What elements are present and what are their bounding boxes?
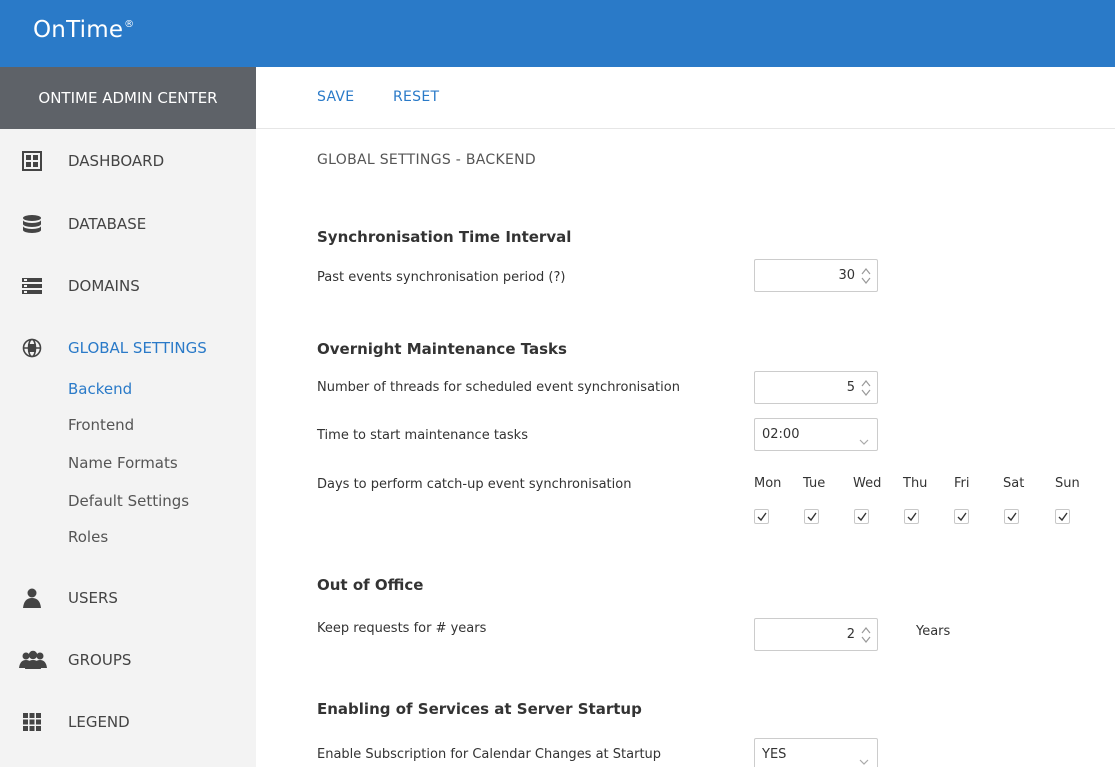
sidebar-item-label: DOMAINS [68,277,140,295]
registered-mark: ® [124,19,135,30]
day-checkbox-tue[interactable] [804,509,819,524]
main-content: SAVE RESET GLOBAL SETTINGS - BACKEND Syn… [256,67,1115,767]
sidebar-subitem-roles[interactable]: Roles [68,526,108,548]
sidebar-item-label: GROUPS [68,651,132,669]
sidebar-item-legend[interactable]: LEGEND [0,704,256,740]
sidebar-item-users[interactable]: USERS [0,580,256,616]
start-time-select[interactable]: 02:00 [754,418,878,451]
start-time-label: Time to start maintenance tasks [317,428,528,443]
threads-label: Number of threads for scheduled event sy… [317,380,680,395]
page-title: GLOBAL SETTINGS - BACKEND [317,152,536,168]
day-checkbox-mon[interactable] [754,509,769,524]
sidebar-item-label: GLOBAL SETTINGS [68,339,207,357]
chevron-down-icon [859,751,869,765]
day-checkbox-sat[interactable] [1004,509,1019,524]
top-bar: OnTime® [0,0,1115,67]
toolbar: SAVE RESET [256,67,1115,129]
sidebar-item-label: LEGEND [68,713,130,731]
checkmark-icon [857,512,867,522]
globe-icon [22,338,42,358]
keep-requests-value: 2 [846,627,855,642]
sidebar-item-label: DASHBOARD [68,152,165,170]
sidebar-subitem-default-settings[interactable]: Default Settings [68,490,189,512]
sidebar-item-groups[interactable]: GROUPS [0,642,256,678]
domains-icon [22,276,42,296]
section-title-services: Enabling of Services at Server Startup [317,700,642,718]
keep-requests-label: Keep requests for # years [317,621,487,636]
past-events-label: Past events synchronisation period (?) [317,270,566,285]
checkmark-icon [1058,512,1068,522]
sidebar-subitem-backend[interactable]: Backend [68,378,132,400]
day-label-thu: Thu [903,476,928,491]
database-icon [22,214,42,234]
section-title-overnight: Overnight Maintenance Tasks [317,340,567,358]
threads-stepper[interactable]: 5 [754,371,878,404]
groups-icon [18,650,48,670]
stepper-arrows-icon[interactable] [861,266,871,286]
sidebar-header: ONTIME ADMIN CENTER [0,67,256,129]
start-time-value: 02:00 [762,427,800,442]
app-brand-name: OnTime [33,17,124,43]
past-events-value: 30 [838,268,855,283]
sidebar-subitem-name-formats[interactable]: Name Formats [68,452,178,474]
past-events-stepper[interactable]: 30 [754,259,878,292]
day-label-fri: Fri [954,476,970,491]
day-label-wed: Wed [853,476,882,491]
subscription-value: YES [762,747,787,762]
sidebar-item-label: USERS [68,589,118,607]
checkmark-icon [807,512,817,522]
reset-button[interactable]: RESET [393,89,439,105]
sidebar: ONTIME ADMIN CENTER DASHBOARD DATABASE D… [0,67,256,767]
day-checkbox-wed[interactable] [854,509,869,524]
chevron-down-icon [859,431,869,445]
stepper-arrows-icon[interactable] [861,378,871,398]
checkmark-icon [907,512,917,522]
stepper-arrows-icon[interactable] [861,625,871,645]
day-checkbox-thu[interactable] [904,509,919,524]
sidebar-item-label: DATABASE [68,215,147,233]
sidebar-item-global-settings[interactable]: GLOBAL SETTINGS [0,330,256,366]
checkmark-icon [957,512,967,522]
sidebar-item-database[interactable]: DATABASE [0,206,256,242]
section-title-sync: Synchronisation Time Interval [317,228,572,246]
subscription-label: Enable Subscription for Calendar Changes… [317,747,662,762]
day-checkbox-sun[interactable] [1055,509,1070,524]
day-label-mon: Mon [754,476,782,491]
checkmark-icon [757,512,767,522]
day-label-tue: Tue [803,476,826,491]
keep-requests-stepper[interactable]: 2 [754,618,878,651]
years-unit-label: Years [916,624,951,639]
sidebar-item-dashboard[interactable]: DASHBOARD [0,143,256,179]
save-button[interactable]: SAVE [317,89,354,105]
sidebar-item-domains[interactable]: DOMAINS [0,268,256,304]
day-checkbox-fri[interactable] [954,509,969,524]
day-label-sat: Sat [1003,476,1025,491]
checkmark-icon [1007,512,1017,522]
day-label-sun: Sun [1055,476,1080,491]
dashboard-icon [22,151,42,171]
subscription-select[interactable]: YES [754,738,878,767]
threads-value: 5 [846,380,855,395]
section-title-ooo: Out of Office [317,576,424,594]
days-label: Days to perform catch-up event synchroni… [317,477,632,492]
legend-grid-icon [22,712,42,732]
app-logo[interactable]: OnTime® [33,17,134,43]
user-icon [22,588,42,608]
sidebar-subitem-frontend[interactable]: Frontend [68,414,134,436]
